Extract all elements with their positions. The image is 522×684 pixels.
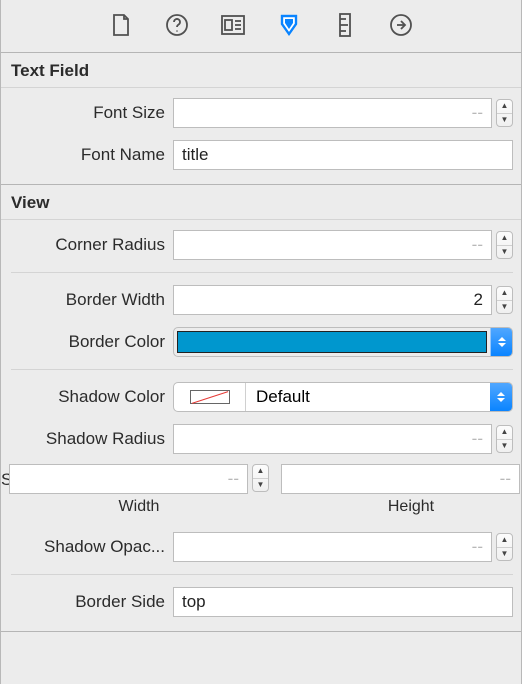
- shadow-offset-width-stepper[interactable]: ▲ ▼: [252, 464, 269, 492]
- shadow-offset-height-input[interactable]: [281, 464, 520, 494]
- none-color-icon: [190, 390, 230, 404]
- stepper-up-icon[interactable]: ▲: [497, 534, 512, 548]
- border-color-dropdown-icon[interactable]: [490, 328, 512, 356]
- border-color-label: Border Color: [1, 332, 173, 352]
- shadow-offset-label: Shadow Offset: [1, 464, 9, 490]
- shadow-radius-stepper[interactable]: ▲ ▼: [496, 425, 513, 453]
- border-width-input[interactable]: [173, 285, 492, 315]
- stepper-up-icon[interactable]: ▲: [497, 100, 512, 114]
- border-color-well[interactable]: [173, 327, 513, 357]
- connections-tab-icon[interactable]: [388, 12, 414, 38]
- corner-radius-stepper[interactable]: ▲ ▼: [496, 231, 513, 259]
- shadow-offset-width-input[interactable]: [9, 464, 248, 494]
- inspector-tab-bar: [1, 0, 521, 53]
- border-width-label: Border Width: [1, 290, 173, 310]
- shadow-color-label: Shadow Color: [1, 387, 173, 407]
- inspector-panel: Text Field Font Size ▲ ▼ Font Name View …: [0, 0, 522, 684]
- stepper-down-icon[interactable]: ▼: [497, 440, 512, 453]
- font-name-label: Font Name: [1, 145, 173, 165]
- shadow-radius-label: Shadow Radius: [1, 429, 173, 449]
- stepper-up-icon[interactable]: ▲: [253, 465, 268, 479]
- help-tab-icon[interactable]: [164, 12, 190, 38]
- section-header-view: View: [1, 185, 521, 220]
- section-header-text-field: Text Field: [1, 53, 521, 88]
- font-size-input[interactable]: [173, 98, 492, 128]
- stepper-up-icon[interactable]: ▲: [497, 287, 512, 301]
- shadow-opacity-label: Shadow Opac...: [1, 537, 173, 557]
- file-tab-icon[interactable]: [108, 12, 134, 38]
- attributes-tab-icon[interactable]: [276, 12, 302, 38]
- shadow-opacity-input[interactable]: [173, 532, 492, 562]
- shadow-offset-width-sublabel: Width: [9, 494, 269, 516]
- corner-radius-label: Corner Radius: [1, 235, 173, 255]
- stepper-down-icon[interactable]: ▼: [497, 246, 512, 259]
- identity-tab-icon[interactable]: [220, 12, 246, 38]
- border-color-swatch: [177, 331, 487, 353]
- stepper-down-icon[interactable]: ▼: [497, 548, 512, 561]
- shadow-color-dropdown-icon[interactable]: [490, 383, 512, 411]
- shadow-color-well[interactable]: Default: [173, 382, 513, 412]
- stepper-down-icon[interactable]: ▼: [497, 301, 512, 314]
- corner-radius-input[interactable]: [173, 230, 492, 260]
- border-side-input[interactable]: [173, 587, 513, 617]
- font-size-stepper[interactable]: ▲ ▼: [496, 99, 513, 127]
- stepper-down-icon[interactable]: ▼: [253, 479, 268, 492]
- stepper-up-icon[interactable]: ▲: [497, 232, 512, 246]
- shadow-color-swatch[interactable]: [174, 383, 246, 411]
- text-field-rows: Font Size ▲ ▼ Font Name: [1, 88, 521, 176]
- size-tab-icon[interactable]: [332, 12, 358, 38]
- shadow-offset-height-sublabel: Height: [281, 494, 522, 516]
- shadow-color-value: Default: [246, 383, 490, 411]
- border-side-label: Border Side: [1, 592, 173, 612]
- shadow-radius-input[interactable]: [173, 424, 492, 454]
- view-rows: Corner Radius ▲ ▼ Border Width ▲ ▼ Bor: [1, 220, 521, 623]
- font-size-label: Font Size: [1, 103, 173, 123]
- stepper-down-icon[interactable]: ▼: [497, 114, 512, 127]
- stepper-up-icon[interactable]: ▲: [497, 426, 512, 440]
- border-width-stepper[interactable]: ▲ ▼: [496, 286, 513, 314]
- shadow-opacity-stepper[interactable]: ▲ ▼: [496, 533, 513, 561]
- font-name-input[interactable]: [173, 140, 513, 170]
